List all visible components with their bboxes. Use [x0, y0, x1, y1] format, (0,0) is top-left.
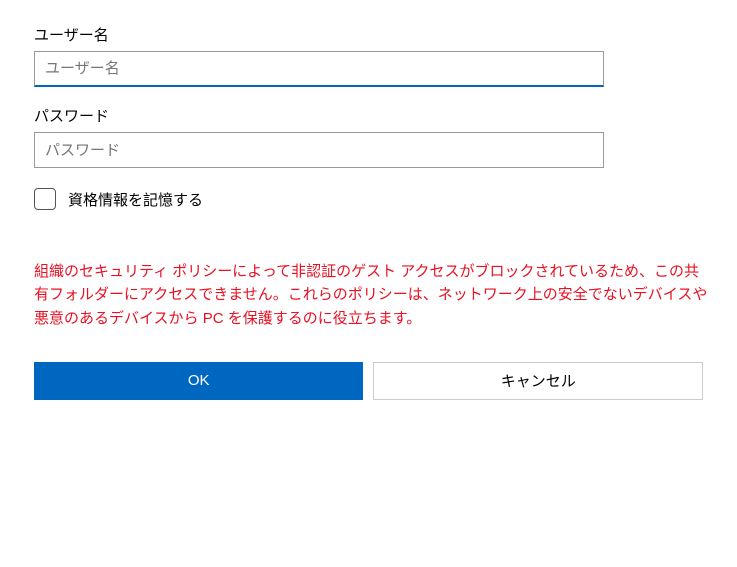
error-message: 組織のセキュリティ ポリシーによって非認証のゲスト アクセスがブロックされている…: [34, 260, 714, 330]
password-field-group: パスワード: [34, 105, 703, 168]
remember-checkbox-label[interactable]: 資格情報を記憶する: [68, 189, 203, 210]
username-input[interactable]: [34, 51, 604, 87]
remember-checkbox-row[interactable]: 資格情報を記憶する: [34, 188, 703, 210]
button-row: OK キャンセル: [34, 362, 703, 400]
password-input[interactable]: [34, 132, 604, 168]
ok-button[interactable]: OK: [34, 362, 363, 400]
password-label: パスワード: [34, 105, 703, 126]
username-field-group: ユーザー名: [34, 24, 703, 87]
cancel-button[interactable]: キャンセル: [373, 362, 703, 400]
username-label: ユーザー名: [34, 24, 703, 45]
remember-checkbox[interactable]: [34, 188, 56, 210]
